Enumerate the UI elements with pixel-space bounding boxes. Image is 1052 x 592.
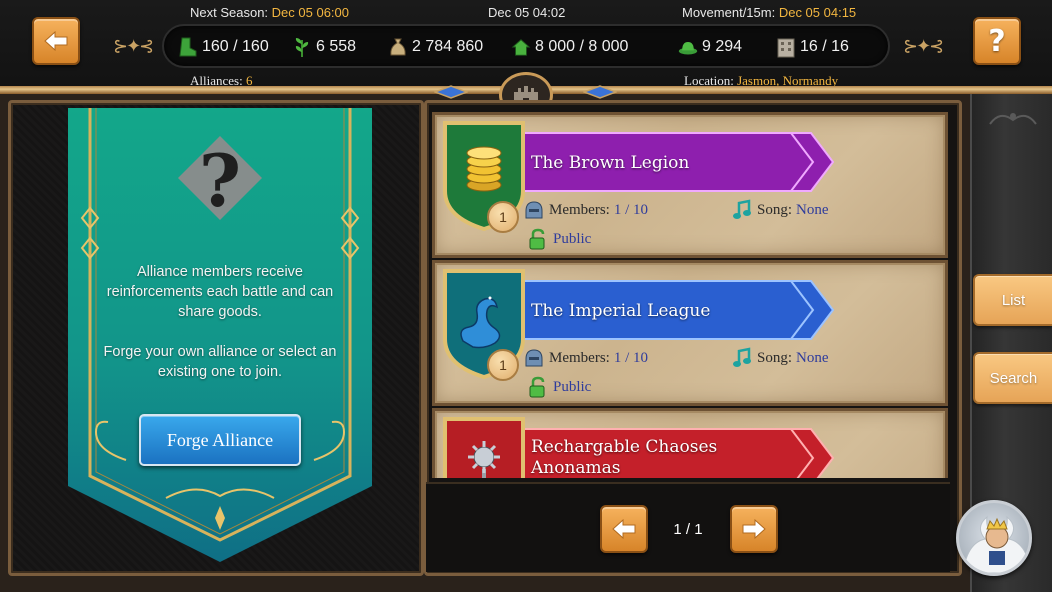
page-indicator: 1 / 1 [673, 521, 703, 538]
unlocked-padlock-icon [529, 376, 545, 398]
alliance-list[interactable]: The Brown Legion 1 Members: 1 / 10 Song:… [432, 112, 948, 478]
help-button[interactable]: ? [973, 17, 1021, 65]
arrow-left-icon [612, 518, 636, 540]
access-row: Public [527, 228, 591, 250]
members-row: Members: 1 / 10 [523, 347, 648, 369]
hat-icon [678, 42, 698, 55]
banner-paragraph-1: Alliance members receive reinforcements … [106, 264, 334, 320]
flourish-right-icon: ⊱✦⊰ [903, 36, 944, 57]
music-note-icon [733, 347, 751, 367]
arrow-right-icon [742, 518, 766, 540]
stat-buildings: 16 / 16 [776, 36, 849, 58]
next-season-info: Next Season: Dec 05 06:00 [190, 5, 350, 20]
alliance-shield [443, 417, 525, 478]
alliance-name: The Brown Legion [531, 153, 690, 173]
helmet-icon [525, 349, 543, 367]
level-badge: 1 [487, 201, 519, 233]
level-badge: 1 [487, 349, 519, 381]
banner-paragraph-2: Forge your own alliance or select an exi… [103, 344, 337, 380]
song-row: Song: None [731, 199, 829, 221]
stat-gold: 2 784 860 [388, 36, 483, 58]
gold-coins-icon [466, 146, 502, 192]
forge-alliance-button[interactable]: Forge Alliance [139, 414, 301, 466]
ornament-icon [989, 113, 1037, 125]
boot-icon [179, 37, 197, 57]
resource-bar: 160 / 160 6 558 2 784 860 8 000 / 8 000 … [162, 24, 890, 68]
building-icon [777, 38, 795, 58]
alliance-name: The Imperial League [531, 301, 711, 321]
access-row: Public [527, 376, 591, 398]
alliance-card[interactable]: Rechargable Chaoses Anonamas [432, 408, 948, 478]
banner-description: Alliance members receive reinforcements … [96, 262, 344, 402]
movement-info: Movement/15m: Dec 05 04:15 [682, 5, 857, 20]
alliance-card[interactable]: The Imperial League 1 Members: 1 / 10 So… [432, 260, 948, 406]
music-note-icon [733, 199, 751, 219]
flourish-left-icon: ⊱✦⊰ [113, 36, 154, 57]
house-icon [511, 39, 531, 56]
money-bag-icon [390, 38, 406, 56]
stat-movement: 160 / 160 [178, 36, 269, 58]
stat-housing: 8 000 / 8 000 [511, 36, 628, 58]
arrow-left-icon [44, 30, 68, 52]
svg-text:?: ? [199, 138, 241, 223]
unlocked-padlock-icon [529, 228, 545, 250]
herb-icon [295, 38, 309, 57]
next-page-button[interactable] [730, 505, 778, 553]
player-avatar[interactable] [956, 500, 1032, 576]
tab-list[interactable]: List [973, 274, 1052, 326]
prev-page-button[interactable] [600, 505, 648, 553]
tab-search[interactable]: Search [973, 352, 1052, 404]
stat-troops: 9 294 [678, 36, 742, 58]
stat-herbs: 6 558 [292, 36, 356, 58]
back-button[interactable] [32, 17, 80, 65]
alliance-name: Rechargable Chaoses Anonamas [531, 437, 718, 478]
current-time: Dec 05 04:02 [488, 5, 566, 20]
members-row: Members: 1 / 10 [523, 199, 648, 221]
helmet-icon [525, 201, 543, 219]
gem-icon [583, 85, 617, 99]
song-row: Song: None [731, 347, 829, 369]
alliance-card[interactable]: The Brown Legion 1 Members: 1 / 10 Song:… [432, 112, 948, 258]
gem-icon [434, 85, 468, 99]
